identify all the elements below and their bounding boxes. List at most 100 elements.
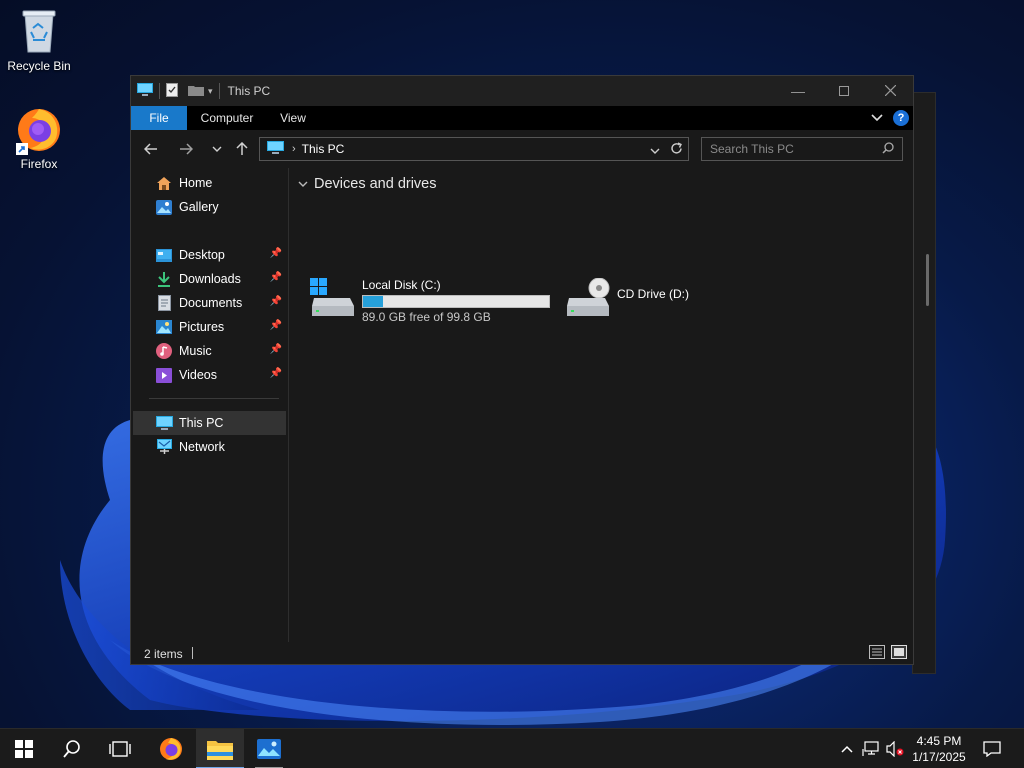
sidebar-item-network[interactable]: Network bbox=[133, 435, 286, 459]
large-icons-view-icon bbox=[891, 645, 907, 659]
volume-button[interactable] bbox=[884, 729, 906, 768]
minimize-icon: — bbox=[791, 83, 805, 99]
sidebar-item-desktop[interactable]: Desktop 📌 bbox=[133, 243, 286, 267]
recent-locations-button[interactable] bbox=[205, 138, 229, 160]
sidebar-item-home[interactable]: Home bbox=[133, 171, 286, 195]
close-button[interactable] bbox=[867, 76, 913, 106]
drive-usage-fill bbox=[363, 296, 384, 307]
sidebar-item-label: Videos bbox=[179, 368, 217, 382]
task-view-button[interactable] bbox=[96, 729, 144, 768]
sidebar-item-label: Network bbox=[179, 440, 225, 454]
desktop-icon-recycle-bin[interactable]: Recycle Bin bbox=[1, 8, 77, 73]
title-bar[interactable]: ▾ This PC — bbox=[131, 76, 913, 106]
address-bar[interactable]: › This PC bbox=[259, 137, 689, 161]
pin-icon[interactable]: 📌 bbox=[270, 296, 282, 307]
forward-button[interactable] bbox=[174, 138, 198, 160]
background-window[interactable] bbox=[912, 92, 936, 674]
search-icon bbox=[63, 740, 80, 758]
desktop-icon-firefox[interactable]: Firefox bbox=[1, 106, 77, 171]
taskbar-clock[interactable]: 4:45 PM 1/17/2025 bbox=[906, 733, 972, 765]
chevron-down-icon bbox=[212, 146, 222, 152]
sidebar-item-label: Pictures bbox=[179, 320, 225, 334]
drive-free-space: 89.0 GB free of 99.8 GB bbox=[362, 310, 491, 324]
breadcrumb-separator-icon[interactable]: › bbox=[292, 143, 296, 155]
network-status-button[interactable] bbox=[860, 729, 882, 768]
search-input[interactable] bbox=[710, 141, 878, 157]
up-arrow-icon bbox=[236, 142, 248, 155]
up-button[interactable] bbox=[230, 138, 254, 160]
item-count: 2 items bbox=[144, 647, 183, 661]
show-hidden-icons-button[interactable] bbox=[836, 729, 858, 768]
breadcrumb-this-pc[interactable]: This PC bbox=[302, 142, 345, 156]
address-history-icon[interactable] bbox=[650, 144, 660, 158]
sidebar-item-this-pc[interactable]: This PC bbox=[133, 411, 286, 435]
pin-icon[interactable]: 📌 bbox=[270, 248, 282, 259]
sidebar-item-downloads[interactable]: Downloads 📌 bbox=[133, 267, 286, 291]
back-arrow-icon bbox=[144, 143, 157, 155]
documents-icon bbox=[155, 294, 173, 312]
clock-date: 1/17/2025 bbox=[912, 750, 966, 764]
new-folder-icon[interactable] bbox=[188, 84, 204, 99]
search-icon[interactable] bbox=[882, 142, 894, 157]
music-icon bbox=[155, 342, 173, 360]
chevron-down-icon[interactable] bbox=[298, 177, 308, 191]
sidebar-item-label: Music bbox=[179, 344, 212, 358]
pin-icon[interactable]: 📌 bbox=[270, 368, 282, 379]
window-title: This PC bbox=[227, 84, 271, 98]
pin-icon[interactable]: 📌 bbox=[270, 272, 282, 283]
sidebar-item-pictures[interactable]: Pictures 📌 bbox=[133, 315, 286, 339]
taskbar-photos[interactable] bbox=[245, 729, 293, 768]
sidebar-item-videos[interactable]: Videos 📌 bbox=[133, 363, 286, 387]
pictures-icon bbox=[155, 318, 173, 336]
large-icons-view-button[interactable] bbox=[891, 645, 907, 662]
start-button[interactable] bbox=[0, 729, 48, 768]
help-icon[interactable]: ? bbox=[893, 110, 909, 126]
forward-arrow-icon bbox=[180, 143, 193, 155]
shortcut-arrow-icon bbox=[16, 143, 28, 155]
scrollbar-thumb[interactable] bbox=[926, 254, 929, 306]
firefox-icon bbox=[16, 106, 62, 155]
drive-name: CD Drive (D:) bbox=[617, 287, 689, 301]
sidebar-item-label: This PC bbox=[179, 416, 224, 430]
sidebar-item-music[interactable]: Music 📌 bbox=[133, 339, 286, 363]
expand-ribbon-icon[interactable] bbox=[871, 111, 883, 125]
sidebar-divider bbox=[149, 398, 279, 399]
local-disk-icon bbox=[310, 278, 356, 318]
sidebar-item-gallery[interactable]: Gallery bbox=[133, 195, 286, 219]
maximize-button[interactable] bbox=[821, 76, 867, 106]
sidebar-item-label: Downloads bbox=[179, 272, 241, 286]
this-pc-icon bbox=[155, 414, 173, 432]
customize-toolbar-icon[interactable]: ▾ bbox=[208, 86, 213, 97]
back-button[interactable] bbox=[139, 138, 163, 160]
sidebar-item-documents[interactable]: Documents 📌 bbox=[133, 291, 286, 315]
tab-view[interactable]: View bbox=[269, 106, 317, 130]
properties-icon[interactable] bbox=[166, 82, 178, 100]
taskbar-search-button[interactable] bbox=[48, 729, 96, 768]
tab-computer[interactable]: Computer bbox=[189, 106, 265, 130]
home-icon bbox=[155, 174, 173, 192]
notifications-button[interactable] bbox=[980, 729, 1004, 768]
sidebar-item-label: Home bbox=[179, 176, 213, 190]
downloads-icon bbox=[155, 270, 173, 288]
notification-icon bbox=[983, 741, 1001, 757]
start-icon bbox=[15, 740, 33, 758]
search-box[interactable] bbox=[701, 137, 903, 161]
gallery-icon bbox=[155, 198, 173, 216]
tab-file[interactable]: File bbox=[131, 106, 187, 130]
drive-cd-drive-d[interactable]: CD Drive (D:) bbox=[565, 277, 689, 318]
cd-drive-icon bbox=[565, 277, 611, 318]
task-view-icon bbox=[109, 741, 131, 757]
pin-icon[interactable]: 📌 bbox=[270, 344, 282, 355]
sidebar-item-label: Desktop bbox=[179, 248, 225, 262]
refresh-icon[interactable] bbox=[670, 142, 683, 158]
photos-icon bbox=[257, 739, 281, 759]
navigation-pane: Home Gallery Desktop 📌 Downloads 📌 Docum… bbox=[131, 168, 289, 642]
group-header-devices[interactable]: Devices and drives bbox=[298, 176, 437, 192]
details-view-button[interactable] bbox=[869, 645, 885, 662]
drive-local-disk-c-item[interactable]: Local Disk (C:) 89.0 GB free of 99.8 GB bbox=[310, 278, 550, 324]
pin-icon[interactable]: 📌 bbox=[270, 320, 282, 331]
taskbar-file-explorer[interactable] bbox=[196, 729, 244, 768]
minimize-button[interactable]: — bbox=[775, 76, 821, 106]
taskbar-firefox[interactable] bbox=[147, 729, 195, 768]
sidebar-item-label: Gallery bbox=[179, 200, 219, 214]
